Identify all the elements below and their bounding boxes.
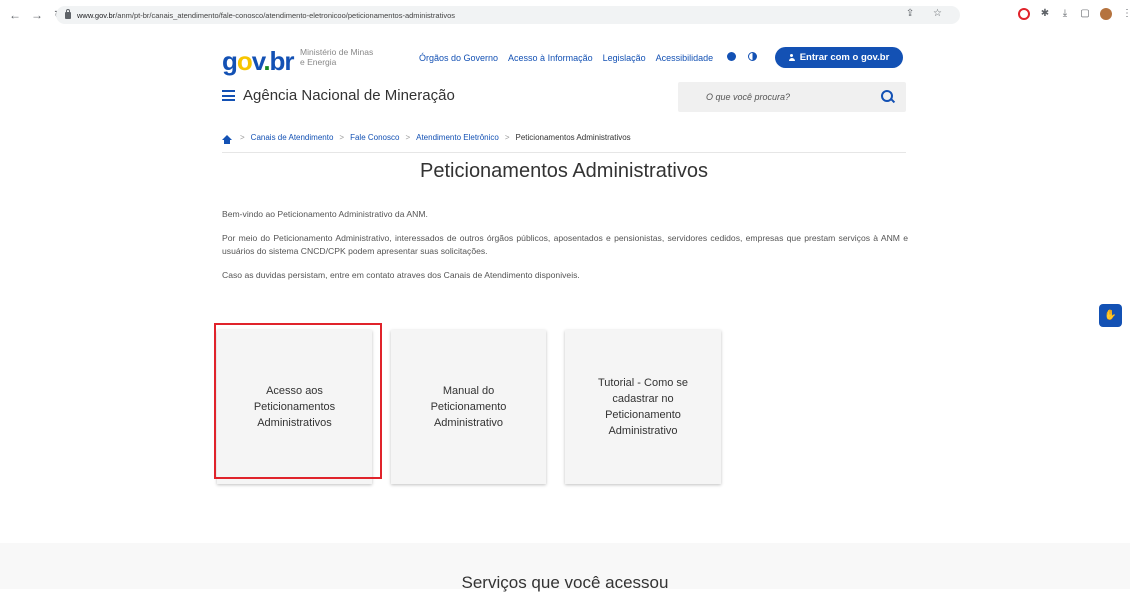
- card-acesso-peticionamentos[interactable]: Acesso aos Peticionamentos Administrativ…: [217, 330, 372, 484]
- ministry-name: Ministério de Minas e Energia: [300, 47, 374, 67]
- menu-dots-icon[interactable]: ⋮: [1122, 9, 1130, 19]
- logo-o: o: [236, 46, 253, 76]
- card-label: Manual do Peticionamento Administrativo: [430, 385, 507, 429]
- breadcrumb-fale-conosco[interactable]: Fale Conosco: [350, 133, 399, 142]
- card-label: Acesso aos Peticionamentos Administrativ…: [253, 385, 336, 429]
- intro-paragraph: Por meio do Peticionamento Administrativ…: [222, 232, 908, 257]
- download-icon[interactable]: ⤓: [1060, 9, 1070, 19]
- top-links: Órgãos do Governo Acesso à Informação Le…: [419, 53, 713, 63]
- intro-paragraph: Caso as duvidas persistam, entre em cont…: [222, 269, 580, 280]
- breadcrumb: > Canais de Atendimento > Fale Conosco >…: [222, 133, 631, 144]
- logo-v: v: [251, 46, 264, 76]
- home-icon[interactable]: [222, 135, 232, 144]
- breadcrumb-canais-atendimento[interactable]: Canais de Atendimento: [251, 133, 334, 142]
- link-legislacao[interactable]: Legislação: [603, 53, 646, 63]
- intro-paragraph: Bem-vindo ao Peticionamento Administrati…: [222, 209, 428, 219]
- services-title: Serviços que você acessou: [461, 573, 669, 592]
- breadcrumb-separator: >: [504, 133, 510, 142]
- opera-icon[interactable]: [1018, 8, 1030, 20]
- search-icon[interactable]: [881, 90, 893, 102]
- forward-icon[interactable]: →: [30, 8, 44, 22]
- link-orgaos-governo[interactable]: Órgãos do Governo: [419, 53, 498, 63]
- agency-name[interactable]: Agência Nacional de Mineração: [243, 87, 455, 104]
- sidepanel-icon[interactable]: ▢: [1080, 9, 1090, 19]
- url-path: /anm/pt-br/canais_atendimento/fale-conos…: [115, 10, 455, 20]
- browser-toolbar: ← → ↻ www.gov.br/anm/pt-br/canais_atendi…: [0, 0, 1130, 30]
- card-manual-peticionamento[interactable]: Manual do Peticionamento Administrativo: [391, 330, 546, 484]
- link-acesso-informacao[interactable]: Acesso à Informação: [508, 53, 593, 63]
- search-input[interactable]: O que você procura?: [678, 82, 906, 112]
- page-title: Peticionamentos Administrativos: [420, 160, 708, 182]
- extension-bar: ✱ ⤓ ▢ ⋮: [1018, 8, 1130, 20]
- contrast-icon[interactable]: [748, 52, 757, 61]
- breadcrumb-current: Peticionamentos Administrativos: [515, 133, 631, 142]
- breadcrumb-separator: >: [240, 133, 245, 142]
- vlibras-widget[interactable]: ✋: [1099, 304, 1122, 327]
- back-icon[interactable]: ←: [8, 8, 22, 22]
- url-text: www.gov.br/anm/pt-br/canais_atendimento/…: [77, 11, 455, 20]
- url-host: www.gov.br: [77, 10, 116, 20]
- login-label: Entrar com o gov.br: [799, 52, 890, 63]
- lock-icon: [65, 8, 71, 19]
- hamburger-menu-icon[interactable]: [222, 90, 235, 101]
- link-acessibilidade[interactable]: Acessibilidade: [656, 53, 714, 63]
- logo-br: br: [269, 46, 295, 76]
- share-icon[interactable]: ⇪ ☆: [906, 8, 950, 19]
- intro-text: Bem-vindo ao Peticionamento Administrati…: [222, 208, 908, 292]
- logo-g: g: [222, 46, 238, 76]
- breadcrumb-atendimento-eletronico[interactable]: Atendimento Eletrônico: [416, 133, 499, 142]
- search-placeholder: O que você procura?: [706, 92, 791, 102]
- breadcrumb-separator: >: [339, 133, 345, 142]
- govbr-logo[interactable]: gov.br: [222, 46, 295, 76]
- hand-sign-icon: ✋: [1104, 310, 1117, 321]
- card-tutorial-cadastro[interactable]: Tutorial - Como se cadastrar no Peticion…: [565, 330, 721, 484]
- contrast-controls: [727, 52, 757, 61]
- user-icon: [788, 54, 795, 61]
- profile-avatar[interactable]: [1100, 8, 1112, 20]
- cookie-icon[interactable]: [727, 52, 736, 61]
- card-group: Acesso aos Peticionamentos Administrativ…: [217, 330, 721, 484]
- address-bar[interactable]: www.gov.br/anm/pt-br/canais_atendimento/…: [56, 6, 960, 24]
- login-button[interactable]: Entrar com o gov.br: [775, 47, 903, 68]
- breadcrumb-divider: [222, 152, 906, 153]
- agency-header: Agência Nacional de Mineração: [222, 87, 455, 104]
- extensions-icon[interactable]: ✱: [1040, 9, 1050, 19]
- card-label: Tutorial - Como se cadastrar no Peticion…: [597, 377, 689, 437]
- breadcrumb-separator: >: [405, 133, 411, 142]
